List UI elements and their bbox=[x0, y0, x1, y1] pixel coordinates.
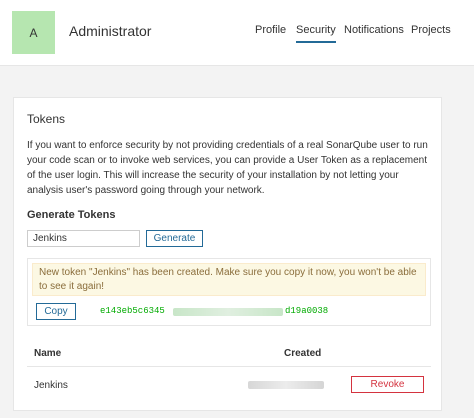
table-divider bbox=[27, 366, 431, 367]
tokens-card: Tokens If you want to enforce security b… bbox=[13, 97, 442, 411]
tab-security[interactable]: Security bbox=[296, 24, 336, 43]
token-value-start: e143eb5c6345 bbox=[100, 306, 165, 316]
tab-profile[interactable]: Profile bbox=[255, 24, 286, 41]
token-value-end: d19a0038 bbox=[285, 306, 329, 316]
copy-button[interactable]: Copy bbox=[36, 303, 76, 320]
token-name-input[interactable] bbox=[27, 230, 140, 247]
token-value[interactable]: e143eb5c6345 d19a0038 bbox=[100, 306, 328, 318]
top-header: A Administrator Profile Security Notific… bbox=[0, 0, 474, 66]
created-date-redacted bbox=[248, 381, 324, 389]
token-redacted-blur bbox=[173, 308, 283, 316]
new-token-panel: New token "Jenkins" has been created. Ma… bbox=[27, 258, 431, 326]
token-row-name: Jenkins bbox=[34, 380, 68, 391]
generate-button[interactable]: Generate bbox=[146, 230, 203, 247]
column-header-name: Name bbox=[34, 348, 62, 359]
tokens-description: If you want to enforce security by not p… bbox=[27, 140, 428, 196]
account-nav: Profile Security Notifications Projects bbox=[0, 24, 474, 44]
tokens-title: Tokens bbox=[27, 112, 66, 126]
column-header-created: Created bbox=[284, 348, 322, 359]
tab-notifications[interactable]: Notifications bbox=[344, 24, 404, 41]
revoke-button[interactable]: Revoke bbox=[351, 376, 424, 393]
new-token-alert: New token "Jenkins" has been created. Ma… bbox=[32, 263, 426, 296]
generate-tokens-title: Generate Tokens bbox=[27, 209, 116, 221]
tab-projects[interactable]: Projects bbox=[411, 24, 451, 41]
